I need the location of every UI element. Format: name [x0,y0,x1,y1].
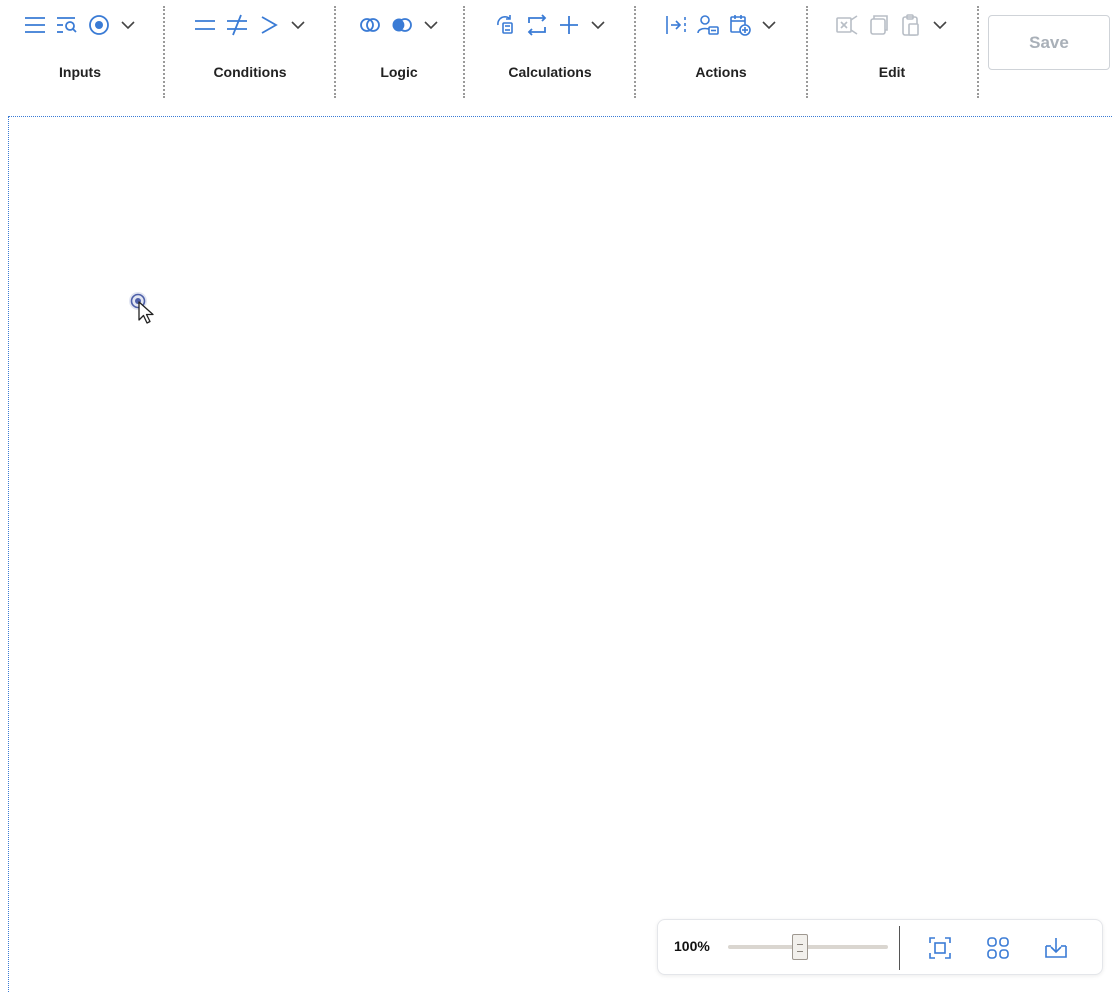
intersect-circles-icon[interactable] [356,11,384,39]
fit-to-screen-icon[interactable] [926,934,954,962]
paste-icon[interactable] [897,11,925,39]
plus-icon[interactable] [555,11,583,39]
designer-canvas[interactable]: 100% [8,116,1112,992]
toolbar-group-label: Edit [878,64,906,80]
toolbar-divider [977,6,979,98]
toolbar-group-label: Logic [380,64,418,80]
not-equals-icon[interactable] [223,11,251,39]
logic-chevron-down-icon[interactable] [420,11,442,39]
toolbar-divider [163,6,165,98]
step-into-icon[interactable] [662,11,690,39]
toolbar-group-actions: Actions [637,0,805,96]
actions-chevron-down-icon[interactable] [758,11,780,39]
toolbar-group-inputs: Inputs [0,0,160,96]
loop-arrows-icon[interactable] [523,11,551,39]
mouse-pointer-icon [126,289,166,329]
zoom-divider [899,926,900,970]
calculations-chevron-down-icon[interactable] [587,11,609,39]
toolbar-group-label: Actions [695,64,747,80]
search-list-icon[interactable] [53,11,81,39]
conditions-chevron-down-icon[interactable] [287,11,309,39]
menu-lines-icon[interactable] [21,11,49,39]
radio-target-icon[interactable] [85,11,113,39]
save-button[interactable]: Save [988,15,1110,70]
toolbar-group-edit: Edit [809,0,975,96]
toolbar-group-label: Conditions [213,64,287,80]
overlap-circles-icon[interactable] [388,11,416,39]
greater-than-icon[interactable] [255,11,283,39]
toolbar-group-conditions: Conditions [166,0,334,96]
toolbar-group-label: Calculations [508,64,592,80]
edit-chevron-down-icon[interactable] [929,11,951,39]
assign-user-icon[interactable] [694,11,722,39]
calendar-add-icon[interactable] [726,11,754,39]
refresh-calc-icon[interactable] [491,11,519,39]
toolbar-group-label: Inputs [59,64,101,80]
download-icon[interactable] [1042,934,1070,962]
zoom-level-label: 100% [674,938,710,954]
toolbar-divider [806,6,808,98]
inputs-chevron-down-icon[interactable] [117,11,139,39]
toolbar-divider [463,6,465,98]
toolbar-group-calculations: Calculations [466,0,634,96]
toolbar-group-logic: Logic [337,0,461,96]
copy-icon[interactable] [865,11,893,39]
zoom-slider-track[interactable] [728,945,888,949]
zoom-controls: 100% [657,919,1103,975]
designer-toolbar: Inputs Conditions Logic Calculations Act… [0,0,1112,100]
equals-icon[interactable] [191,11,219,39]
toolbar-divider [634,6,636,98]
grid-view-icon[interactable] [984,934,1012,962]
toolbar-divider [334,6,336,98]
zoom-slider-thumb[interactable] [792,934,808,960]
cut-icon[interactable] [833,11,861,39]
